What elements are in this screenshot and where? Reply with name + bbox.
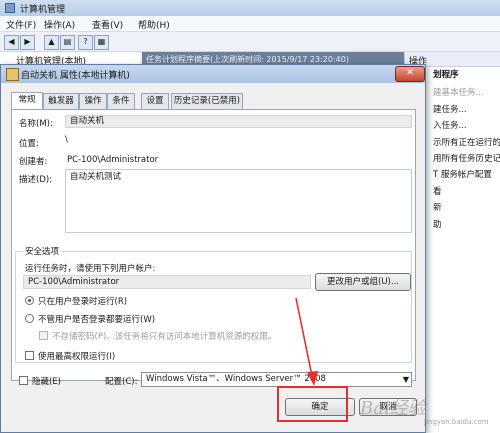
action-item[interactable]: 划程序 — [433, 68, 459, 80]
configure-select-value: Windows Vista™、Windows Server™ 2008 — [146, 374, 326, 384]
description-field[interactable]: 自动关机测试 — [65, 169, 412, 233]
author-label: 创建者: — [19, 157, 48, 167]
security-group-label: 安全选项 — [23, 245, 62, 257]
name-label: 名称(M): — [19, 119, 53, 129]
action-item[interactable]: 入任务... — [433, 119, 467, 131]
action-item[interactable]: T 服务帐户配置 — [433, 168, 492, 180]
tab-history[interactable]: 历史记录(已禁用) — [171, 93, 243, 109]
name-field[interactable]: 自动关机 — [65, 115, 412, 128]
watermark-brand: Bai经验 — [360, 398, 426, 419]
menu-file[interactable]: 文件(F) — [6, 18, 36, 31]
author-value: PC-100\Administrator — [67, 155, 159, 165]
toolbar: ◀ ▶ ▲ ▤ ? ▦ — [0, 32, 500, 52]
up-folder-icon[interactable]: ▲ — [44, 35, 59, 50]
task-icon — [6, 68, 19, 81]
hidden-checkbox[interactable] — [19, 376, 28, 385]
close-button[interactable]: ✕ — [395, 66, 425, 82]
dialog-titlebar[interactable]: 自动关机 属性(本地计算机) ✕ — [1, 65, 425, 83]
action-item[interactable]: 示所有正在运行的 — [433, 136, 500, 148]
menu-view[interactable]: 查看(V) — [92, 18, 123, 31]
radio-run-logged-on-label[interactable]: 只在用户登录时运行(R) — [38, 295, 127, 307]
main-window-title: 计算机管理 — [20, 5, 66, 15]
highest-privileges-checkbox[interactable] — [25, 351, 34, 360]
action-item[interactable]: 看 — [433, 185, 442, 197]
back-arrow-icon[interactable]: ◀ — [4, 35, 19, 50]
menu-action[interactable]: 操作(A) — [44, 18, 75, 31]
tab-settings[interactable]: 设置 — [141, 93, 169, 109]
configure-select[interactable]: Windows Vista™、Windows Server™ 2008 ▼ — [141, 372, 412, 387]
change-user-button[interactable]: 更改用户或组(U)... — [315, 273, 411, 291]
main-window-titlebar: 计算机管理 — [0, 0, 500, 16]
radio-run-whether-logged-label[interactable]: 不管用户是否登录都要运行(W) — [38, 313, 155, 325]
no-store-password-checkbox — [39, 331, 48, 340]
tab-triggers[interactable]: 触发器 — [43, 93, 79, 109]
task-properties-dialog: 自动关机 属性(本地计算机) ✕ 常规 触发器 操作 条件 设置 历史记录(已禁… — [0, 64, 426, 433]
chevron-down-icon: ▼ — [402, 375, 409, 384]
location-value: \ — [65, 135, 68, 145]
configure-label: 配置(C): — [105, 377, 138, 387]
no-store-password-label: 不存储密码(P)。该任务将只有访问本地计算机资源的权限。 — [52, 332, 277, 342]
help-icon[interactable]: ? — [78, 35, 93, 50]
console-tree-icon[interactable]: ▤ — [60, 35, 75, 50]
action-item[interactable]: 新 — [433, 201, 442, 213]
action-item[interactable]: 用所有任务历史记 — [433, 152, 500, 164]
action-item[interactable]: 建任务... — [433, 103, 467, 115]
tab-actions[interactable]: 操作 — [79, 93, 107, 109]
forward-arrow-icon[interactable]: ▶ — [20, 35, 35, 50]
radio-run-whether-logged[interactable] — [25, 314, 34, 323]
properties-icon[interactable]: ▦ — [94, 35, 109, 50]
user-account-field: PC-100\Administrator — [23, 275, 311, 289]
highest-privileges-label[interactable]: 使用最高权限运行(I) — [38, 350, 115, 362]
tab-conditions[interactable]: 条件 — [107, 93, 135, 109]
run-as-prompt: 运行任务时，请使用下列用户帐户: — [25, 264, 156, 274]
action-item[interactable]: 建基本任务... — [433, 86, 484, 98]
dialog-title: 自动关机 属性(本地计算机) — [21, 71, 130, 81]
tab-general[interactable]: 常规 — [11, 92, 43, 110]
radio-run-logged-on[interactable] — [25, 296, 34, 305]
app-icon — [5, 3, 15, 13]
menu-help[interactable]: 帮助(H) — [138, 18, 170, 31]
highlight-rectangle — [277, 386, 348, 422]
watermark-url: jingyan.baidu.com — [424, 418, 489, 426]
hidden-label[interactable]: 隐藏(E) — [32, 375, 61, 387]
location-label: 位置: — [19, 139, 39, 149]
description-label: 描述(D): — [19, 175, 53, 185]
action-item[interactable]: 助 — [433, 218, 442, 230]
menu-bar: 文件(F) 操作(A) 查看(V) 帮助(H) — [0, 16, 500, 32]
